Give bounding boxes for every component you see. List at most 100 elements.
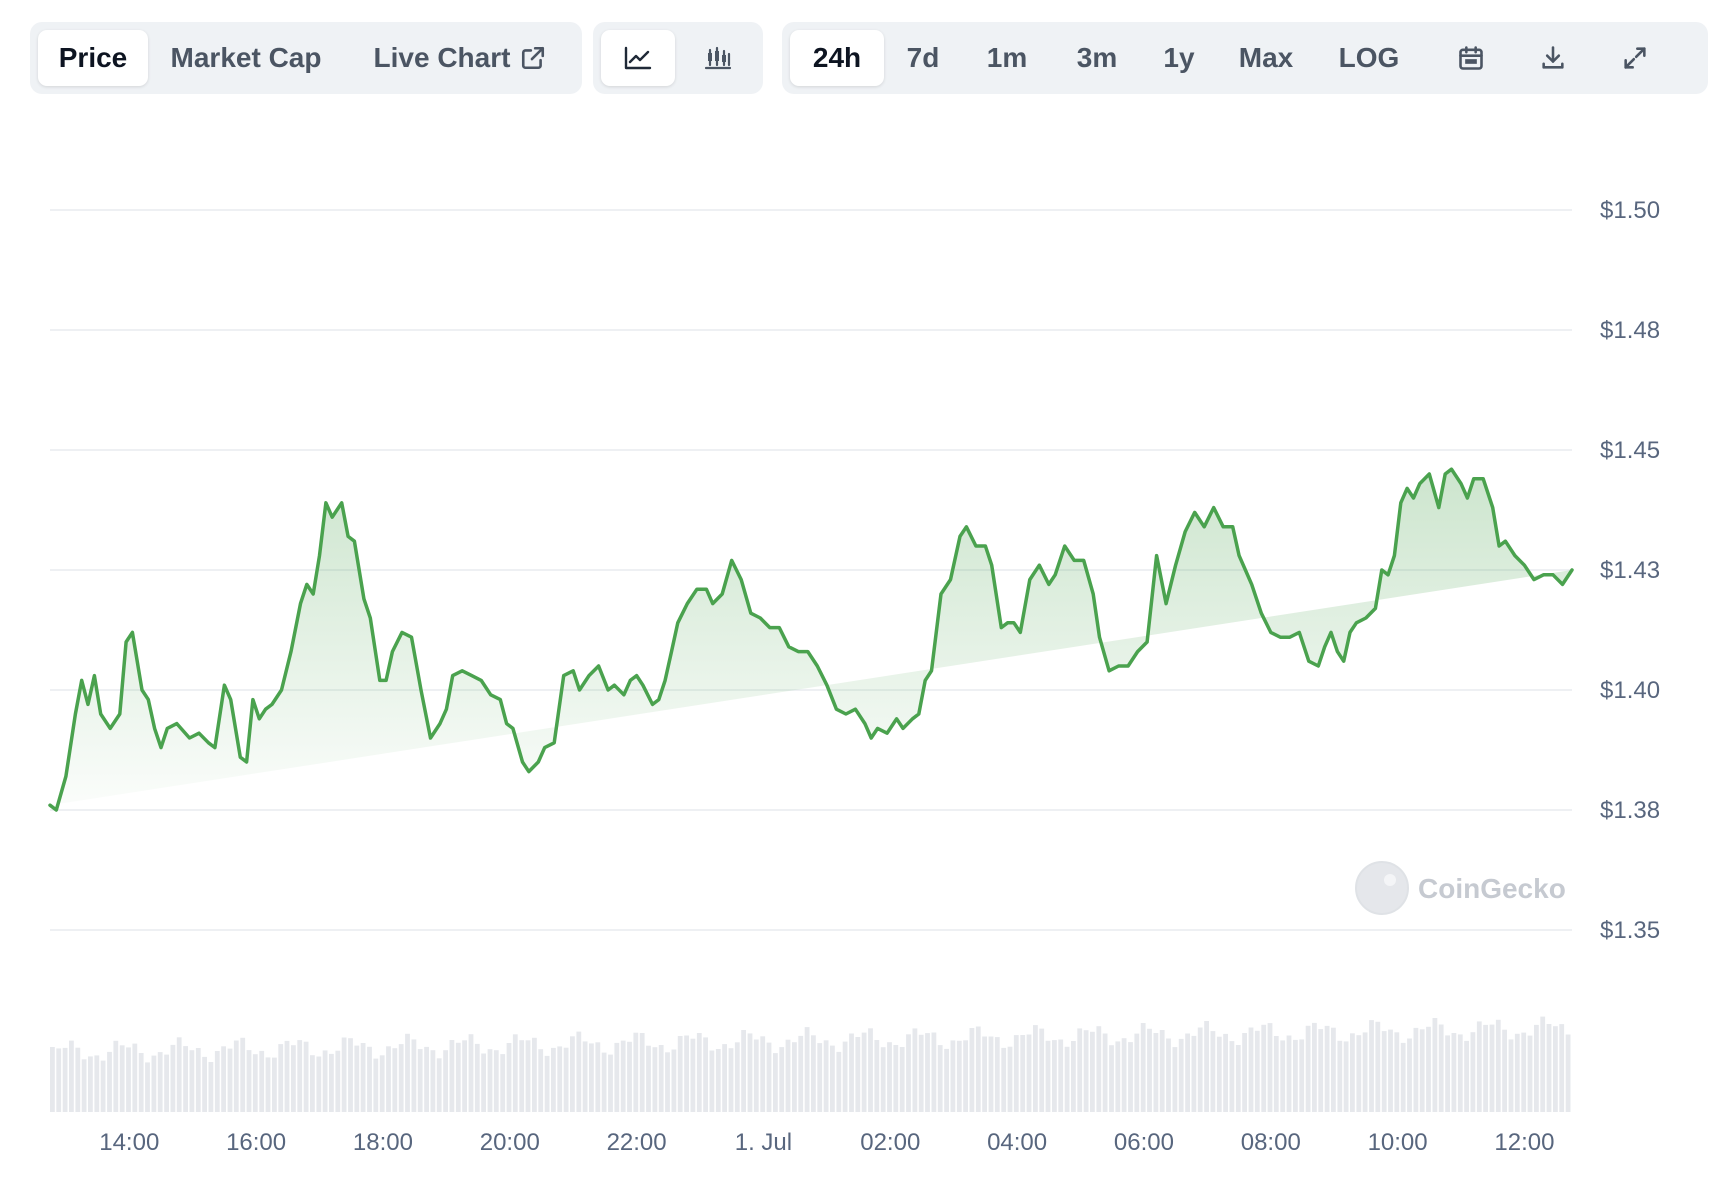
volume-bar (1483, 1024, 1488, 1112)
volume-bar (1001, 1047, 1007, 1112)
volume-bar (1540, 1016, 1546, 1112)
volume-bar (849, 1033, 854, 1112)
volume-bar (773, 1053, 778, 1112)
volume-bar (1007, 1046, 1013, 1112)
volume-bar (474, 1043, 480, 1112)
x-tick-label: 08:00 (1241, 1129, 1301, 1156)
volume-bar (1261, 1024, 1267, 1112)
x-axis: 14:00 16:00 18:00 20:00 22:00 1. Jul 02:00 04:0… (99, 1129, 1554, 1156)
grid-lines (50, 209, 1572, 931)
volume-bar (1438, 1024, 1444, 1112)
price-area (50, 469, 1572, 810)
volume-bar (208, 1062, 214, 1112)
x-tick-label: 10:00 (1368, 1129, 1428, 1156)
volume-bar (100, 1060, 106, 1112)
volume-bar (303, 1041, 309, 1112)
volume-bar (677, 1036, 683, 1112)
y-tick-label: $1.50 (1600, 197, 1660, 224)
volume-bar (1090, 1031, 1095, 1112)
volume-bar (855, 1037, 861, 1112)
volume-bar (81, 1059, 87, 1112)
volume-bar (779, 1047, 785, 1112)
volume-bar (367, 1046, 372, 1112)
volume-bar (551, 1047, 556, 1112)
volume-bar (532, 1037, 537, 1112)
volume-bar (937, 1045, 943, 1112)
volume-bar (1521, 1032, 1527, 1112)
volume-bar (265, 1057, 271, 1112)
volume-bar (1534, 1024, 1539, 1112)
x-tick-label: 06:00 (1114, 1129, 1174, 1156)
volume-bar (690, 1038, 696, 1112)
volume-bar (652, 1047, 658, 1112)
volume-bar (1172, 1047, 1178, 1112)
volume-bar (1362, 1032, 1368, 1112)
volume-bar (1033, 1025, 1038, 1112)
volume-bar (633, 1032, 639, 1112)
volume-bar (1185, 1033, 1190, 1112)
volume-bar (1331, 1027, 1336, 1112)
volume-bar (1457, 1034, 1463, 1112)
volume-bar (1235, 1045, 1241, 1112)
volume-bar (975, 1026, 981, 1112)
volume-bar (734, 1042, 740, 1112)
volume-bar (1229, 1041, 1235, 1112)
volume-bar (1071, 1041, 1076, 1112)
volume-bar (1381, 1031, 1387, 1112)
volume-bar (760, 1036, 766, 1112)
volume-bar (1299, 1039, 1305, 1112)
volume-bar (1077, 1028, 1083, 1112)
volume-bar (785, 1039, 791, 1112)
volume-bar (703, 1037, 708, 1112)
volume-bar (113, 1040, 119, 1112)
volume-bar (988, 1036, 994, 1112)
volume-bar (183, 1046, 188, 1112)
volume-bar (512, 1034, 518, 1112)
volume-bar (481, 1053, 486, 1112)
volume-bar (1052, 1040, 1057, 1112)
volume-bar (1147, 1028, 1152, 1112)
volume-bar (94, 1055, 100, 1112)
volume-bar (1565, 1034, 1571, 1112)
volume-bar (316, 1056, 322, 1112)
volume-bar (582, 1041, 588, 1112)
volume-bar (1476, 1021, 1482, 1112)
volume-bar (322, 1050, 328, 1112)
volume-bar (1013, 1035, 1019, 1112)
volume-bar (798, 1035, 804, 1112)
volume-bar (557, 1046, 563, 1112)
volume-bar (931, 1032, 937, 1112)
y-tick-label: $1.48 (1600, 317, 1660, 344)
y-tick-label: $1.40 (1600, 677, 1660, 704)
volume-bar (842, 1041, 848, 1112)
volume-bar (1020, 1035, 1026, 1112)
volume-bar (164, 1054, 169, 1112)
price-chart[interactable]: $1.50 $1.48 $1.45 $1.43 $1.40 $1.38 $1.35 Coin… (0, 0, 1710, 1178)
volume-bar (525, 1040, 531, 1112)
volume-bar (836, 1051, 842, 1112)
volume-bar (874, 1040, 880, 1112)
volume-bar (1128, 1042, 1133, 1112)
volume-bar (595, 1042, 601, 1112)
volume-bar (899, 1047, 905, 1112)
volume-bar (1369, 1020, 1374, 1112)
volume-bar (994, 1037, 1000, 1112)
volume-bar (1254, 1030, 1260, 1112)
volume-bar (1413, 1027, 1419, 1112)
volume-bar (126, 1047, 131, 1112)
volume-bar (1153, 1033, 1159, 1112)
volume-bar (1451, 1033, 1457, 1112)
volume-bar (830, 1045, 835, 1112)
volume-bar (430, 1050, 436, 1112)
volume-bar (487, 1049, 493, 1112)
volume-bar (69, 1040, 74, 1112)
volume-bar (189, 1050, 195, 1112)
volume-bar (176, 1037, 182, 1112)
x-tick-label: 16:00 (226, 1129, 286, 1156)
volume-bar (861, 1032, 867, 1112)
volume-bar (221, 1046, 226, 1112)
volume-bar (202, 1056, 207, 1112)
volume-bar (50, 1047, 55, 1112)
volume-bar (1464, 1040, 1469, 1112)
volume-bar (107, 1051, 112, 1112)
